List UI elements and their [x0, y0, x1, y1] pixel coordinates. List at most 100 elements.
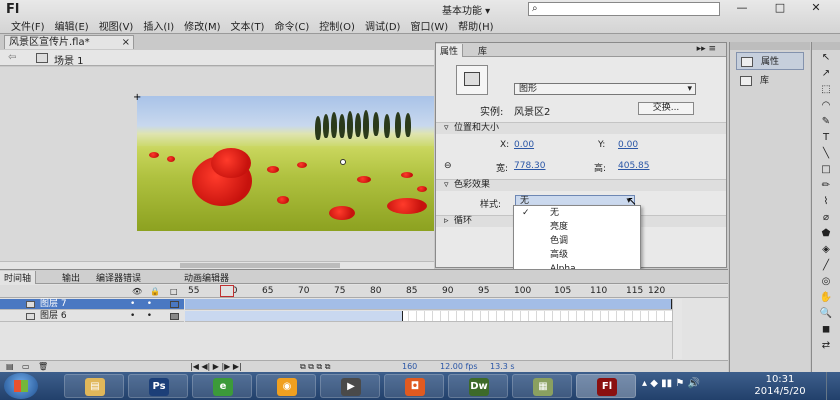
- minimize-button[interactable]: —: [728, 1, 756, 15]
- taskbar-media[interactable]: ◉: [256, 374, 316, 398]
- selection-tool-icon[interactable]: ↖: [812, 50, 840, 66]
- layer-color-swatch[interactable]: [170, 301, 179, 308]
- layer-row[interactable]: 图层 6 • •: [0, 311, 728, 322]
- menu-edit[interactable]: 编辑(E): [50, 18, 94, 33]
- workspace-switcher[interactable]: 基本功能 ▾: [442, 2, 524, 17]
- menu-file[interactable]: 文件(F): [6, 18, 50, 33]
- outline-icon[interactable]: □: [170, 287, 178, 296]
- zoom-tool-icon[interactable]: 🔍: [812, 306, 840, 322]
- section-color-effect[interactable]: ▿ 色彩效果: [436, 179, 726, 191]
- deco-tool-icon[interactable]: ⌀: [812, 210, 840, 226]
- pen-tool-icon[interactable]: ✎: [812, 114, 840, 130]
- line-tool-icon[interactable]: ╲: [812, 146, 840, 162]
- visibility-lock-dots[interactable]: • •: [130, 299, 152, 309]
- layer-frames[interactable]: [185, 299, 672, 310]
- system-tray[interactable]: ▴ ◆ ▮▮ ⚑ 🔊: [642, 378, 700, 389]
- paint-bucket-tool-icon[interactable]: ⬟: [812, 226, 840, 242]
- document-tab[interactable]: 风景区宣传片.fla* ×: [4, 35, 134, 49]
- delete-layer-icon[interactable]: 🗑: [38, 362, 48, 371]
- playhead[interactable]: [220, 285, 234, 297]
- eyedropper-tool-icon[interactable]: ◈: [812, 242, 840, 258]
- hand-tool-icon[interactable]: ✋: [812, 290, 840, 306]
- panel-strip-header[interactable]: [730, 42, 810, 50]
- onion-skin-icon[interactable]: ⧉ ⧉ ⧉ ⧉: [300, 362, 330, 372]
- menu-debug[interactable]: 调试(D): [360, 18, 406, 33]
- taskbar-flash[interactable]: Fl: [576, 374, 636, 398]
- menu-view[interactable]: 视图(V): [94, 18, 139, 33]
- close-button[interactable]: ✕: [802, 1, 830, 15]
- taskbar-capture[interactable]: ▶: [320, 374, 380, 398]
- tools-header[interactable]: [812, 42, 840, 50]
- height-value[interactable]: 405.85: [618, 161, 650, 171]
- stage-photo-landscape[interactable]: [137, 96, 434, 231]
- symbol-type-select[interactable]: 图形 ▾: [514, 83, 696, 95]
- timeline-vertical-scrollbar[interactable]: [672, 299, 682, 359]
- visibility-lock-dots[interactable]: • •: [130, 311, 152, 321]
- back-arrow-icon[interactable]: ⇦: [8, 52, 16, 63]
- pencil-tool-icon[interactable]: ✏: [812, 178, 840, 194]
- frame-span[interactable]: [185, 311, 403, 321]
- lasso-tool-icon[interactable]: ◠: [812, 98, 840, 114]
- dock-library[interactable]: 库: [736, 72, 804, 90]
- width-value[interactable]: 778.30: [514, 161, 546, 171]
- layer-color-swatch[interactable]: [170, 313, 179, 320]
- option-advanced[interactable]: 高级: [514, 248, 640, 262]
- tab-compiler-errors[interactable]: 编译器错误: [92, 271, 145, 284]
- taskbar-recorder[interactable]: ◘: [384, 374, 444, 398]
- search-input[interactable]: [545, 3, 717, 15]
- swap-colors-icon[interactable]: ⇄: [812, 338, 840, 354]
- option-brightness[interactable]: 亮度: [514, 220, 640, 234]
- tab-output[interactable]: 输出: [58, 271, 84, 284]
- taskbar-dreamweaver[interactable]: Dw: [448, 374, 508, 398]
- menu-help[interactable]: 帮助(H): [453, 18, 498, 33]
- x-value[interactable]: 0.00: [514, 140, 534, 150]
- frame-rate[interactable]: 12.00 fps: [440, 362, 478, 371]
- option-tint[interactable]: 色调: [514, 234, 640, 248]
- tab-properties[interactable]: 属性: [436, 44, 464, 57]
- scene-label[interactable]: 场景 1: [54, 52, 84, 67]
- clock[interactable]: 10:31 2014/5/20: [748, 374, 812, 398]
- swap-button[interactable]: 交换...: [638, 102, 694, 115]
- menu-window[interactable]: 窗口(W): [405, 18, 453, 33]
- stage-horizontal-scrollbar[interactable]: [0, 261, 434, 269]
- menu-commands[interactable]: 命令(C): [269, 18, 314, 33]
- network-icon[interactable]: ▮▮: [661, 378, 672, 389]
- layer-name[interactable]: 图层 6 • •: [0, 311, 184, 322]
- layer-frames[interactable]: [185, 311, 672, 322]
- subselection-tool-icon[interactable]: ↗: [812, 66, 840, 82]
- eye-icon[interactable]: 👁: [132, 287, 142, 296]
- taskbar-photoshop[interactable]: Ps: [128, 374, 188, 398]
- volume-icon[interactable]: 🔊: [687, 378, 699, 389]
- search-box[interactable]: ⌕: [528, 2, 720, 16]
- option-none[interactable]: ✓ 无: [514, 206, 640, 220]
- lock-icon[interactable]: 🔒: [150, 287, 160, 296]
- scrollbar-thumb[interactable]: [180, 263, 340, 268]
- playback-controls[interactable]: |◀ ◀| ▶ |▶ ▶|: [190, 362, 242, 371]
- tray-app-icon[interactable]: ◆: [650, 378, 658, 389]
- dock-properties[interactable]: 属性: [736, 52, 804, 70]
- current-frame[interactable]: 160: [402, 362, 417, 371]
- tab-motion-editor[interactable]: 动画编辑器: [180, 271, 233, 284]
- tab-library[interactable]: 库: [474, 44, 491, 57]
- layer-name[interactable]: 图层 7 • •: [0, 299, 184, 310]
- link-proportions-icon[interactable]: ⊖: [444, 161, 452, 171]
- layer-row[interactable]: 图层 7 • •: [0, 299, 728, 310]
- registration-point-icon[interactable]: [340, 159, 346, 165]
- text-tool-icon[interactable]: T: [812, 130, 840, 146]
- panel-menu-icon[interactable]: ▸▸ ≡: [693, 44, 720, 54]
- show-desktop-button[interactable]: [826, 372, 840, 400]
- menu-modify[interactable]: 修改(M): [179, 18, 225, 33]
- tray-chevron-icon[interactable]: ▴: [642, 378, 647, 389]
- flag-icon[interactable]: ⚑: [675, 378, 684, 389]
- menu-text[interactable]: 文本(T): [226, 18, 270, 33]
- y-value[interactable]: 0.00: [618, 140, 638, 150]
- rectangle-tool-icon[interactable]: □: [812, 162, 840, 178]
- fill-color-icon[interactable]: ◼: [812, 322, 840, 338]
- camera-tool-icon[interactable]: ◎: [812, 274, 840, 290]
- new-folder-icon[interactable]: ▭: [22, 362, 30, 371]
- taskbar-files[interactable]: ▦: [512, 374, 572, 398]
- taskbar-browser[interactable]: e: [192, 374, 252, 398]
- eraser-tool-icon[interactable]: ╱: [812, 258, 840, 274]
- menu-control[interactable]: 控制(O): [314, 18, 360, 33]
- close-tab-icon[interactable]: ×: [122, 36, 130, 49]
